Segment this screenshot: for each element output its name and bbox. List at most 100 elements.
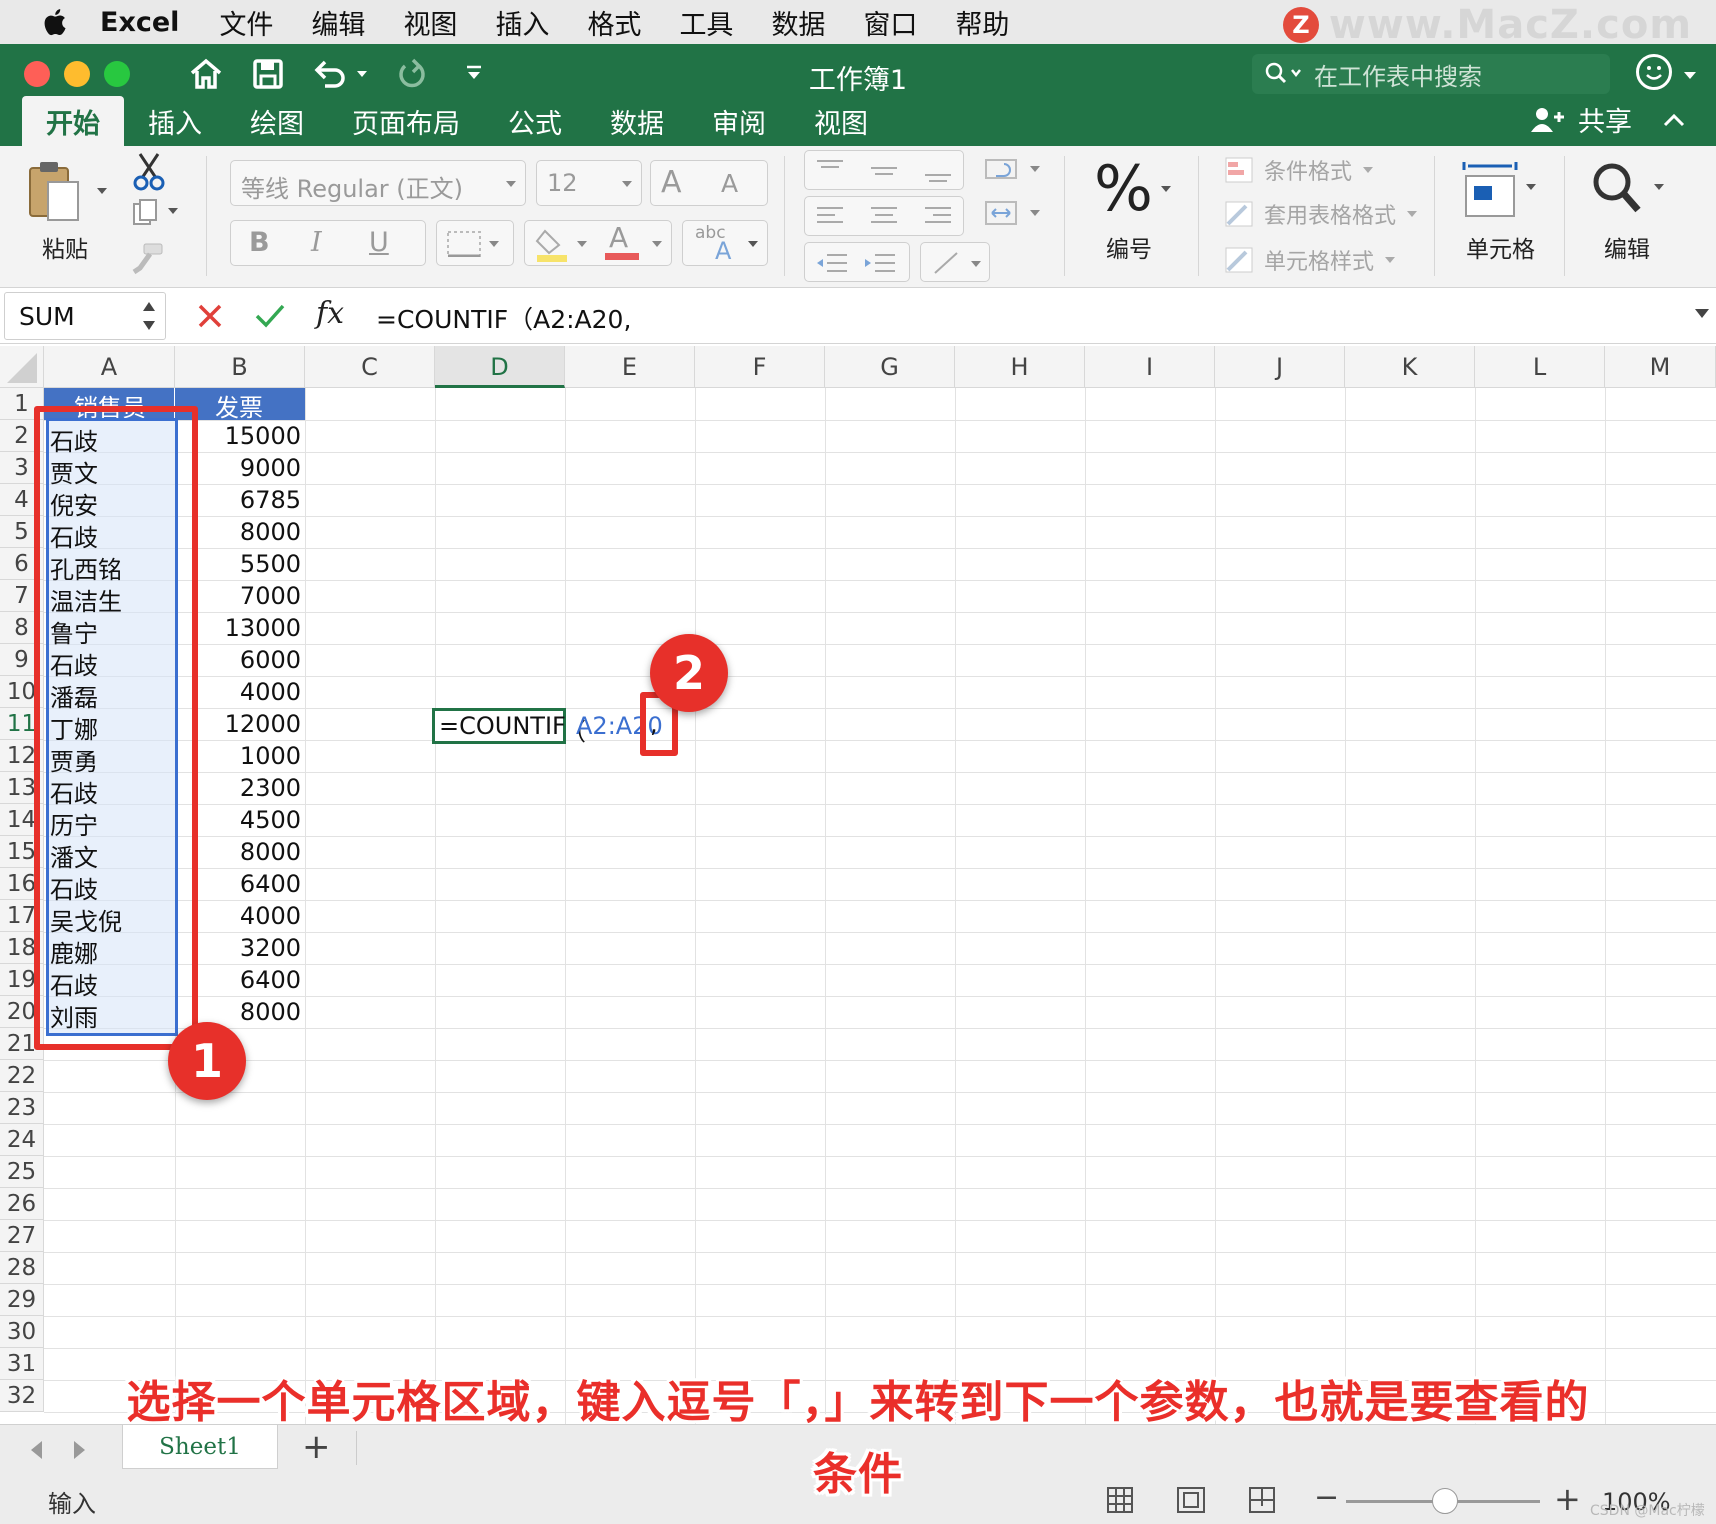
select-all-corner[interactable]: [0, 346, 44, 388]
formula-input[interactable]: =COUNTIF（A2:A20,: [376, 300, 631, 336]
menu-insert[interactable]: 插入: [495, 3, 549, 42]
font-size-dropdown[interactable]: 12: [536, 160, 642, 206]
format-as-table-button[interactable]: 套用表格格式: [1224, 198, 1418, 230]
row-header-24[interactable]: 24: [0, 1124, 44, 1156]
font-style-group: B I U: [230, 220, 426, 266]
feedback-smiley-icon[interactable]: [1636, 54, 1672, 90]
chevron-down-icon[interactable]: [651, 239, 663, 249]
insert-function-button[interactable]: fx: [316, 296, 344, 331]
wrap-text-icon[interactable]: [984, 154, 1042, 184]
row-header-30[interactable]: 30: [0, 1316, 44, 1348]
annotation-badge-1: 1: [168, 1022, 246, 1100]
format-as-table-label: 套用表格格式: [1264, 204, 1397, 229]
indent-icon: [817, 254, 895, 272]
column-header-i[interactable]: I: [1085, 346, 1215, 388]
font-name-dropdown[interactable]: 等线 Regular (正文): [230, 160, 526, 206]
collapse-ribbon-icon[interactable]: [1662, 112, 1686, 128]
menu-help[interactable]: 帮助: [955, 3, 1009, 42]
paste-button[interactable]: [28, 160, 80, 226]
search-box[interactable]: 在工作表中搜索: [1252, 54, 1610, 94]
italic-button[interactable]: I: [311, 227, 322, 258]
expand-formula-bar-icon[interactable]: [1694, 308, 1710, 320]
column-header-b[interactable]: B: [175, 346, 305, 388]
menu-file[interactable]: 文件: [219, 3, 273, 42]
tab-review[interactable]: 审阅: [688, 96, 790, 146]
row-header-28[interactable]: 28: [0, 1252, 44, 1284]
menu-data[interactable]: 数据: [771, 3, 825, 42]
borders-icon: [447, 231, 499, 257]
row-header-22[interactable]: 22: [0, 1060, 44, 1092]
row-header-25[interactable]: 25: [0, 1156, 44, 1188]
chevron-down-icon: [748, 241, 758, 247]
menu-window[interactable]: 窗口: [863, 3, 917, 42]
increase-font-size-button[interactable]: A: [661, 165, 682, 200]
active-edit-cell-d11[interactable]: =COUNTIF: [432, 708, 566, 744]
paste-options-chevron-icon[interactable]: [96, 186, 108, 196]
column-header-g[interactable]: G: [825, 346, 955, 388]
tab-data[interactable]: 数据: [586, 96, 688, 146]
font-color-button[interactable]: A: [609, 221, 628, 254]
column-header-k[interactable]: K: [1345, 346, 1475, 388]
column-header-e[interactable]: E: [565, 346, 695, 388]
decrease-font-size-button[interactable]: A: [721, 169, 738, 198]
name-box-stepper-icon[interactable]: [141, 299, 157, 333]
cells-icon[interactable]: [1460, 158, 1540, 218]
grid-row-line: [44, 452, 1716, 453]
bold-button[interactable]: B: [249, 227, 270, 258]
conditional-format-button[interactable]: 条件格式: [1224, 154, 1374, 186]
column-header-d[interactable]: D: [435, 346, 565, 388]
borders-button[interactable]: [436, 220, 514, 266]
cut-icon[interactable]: [132, 152, 166, 192]
copy-icon[interactable]: [132, 198, 180, 228]
share-button[interactable]: 共享: [1530, 100, 1686, 139]
fill-color-icon[interactable]: [535, 227, 591, 263]
font-name-value: 等线 Regular (正文): [241, 175, 464, 203]
menu-app-excel[interactable]: Excel: [100, 7, 179, 38]
find-search-icon[interactable]: [1590, 160, 1670, 216]
format-painter-icon[interactable]: [130, 242, 166, 276]
menu-edit[interactable]: 编辑: [311, 3, 365, 42]
column-header-f[interactable]: F: [695, 346, 825, 388]
row-header-23[interactable]: 23: [0, 1092, 44, 1124]
chevron-down-icon[interactable]: [1160, 184, 1172, 194]
row-header-26[interactable]: 26: [0, 1188, 44, 1220]
confirm-entry-icon[interactable]: [254, 302, 286, 330]
column-header-m[interactable]: M: [1605, 346, 1716, 388]
column-header-h[interactable]: H: [955, 346, 1085, 388]
tab-page-layout[interactable]: 页面布局: [328, 96, 484, 146]
column-header-a[interactable]: A: [44, 346, 175, 388]
grid-column-line: [1475, 388, 1476, 1424]
chevron-down-icon[interactable]: [1680, 56, 1700, 96]
cancel-entry-icon[interactable]: [196, 302, 224, 330]
tab-draw[interactable]: 绘图: [226, 96, 328, 146]
merge-cells-icon[interactable]: [984, 198, 1042, 228]
tab-view[interactable]: 视图: [790, 96, 892, 146]
menu-format[interactable]: 格式: [587, 3, 641, 42]
underline-button[interactable]: U: [369, 227, 389, 258]
row-header-29[interactable]: 29: [0, 1284, 44, 1316]
name-box[interactable]: SUM: [4, 292, 166, 340]
clipboard-icon: [29, 162, 79, 221]
number-format-button[interactable]: %: [1094, 152, 1153, 225]
tab-home[interactable]: 开始: [22, 96, 124, 146]
column-header-l[interactable]: L: [1475, 346, 1605, 388]
menu-tools[interactable]: 工具: [679, 3, 733, 42]
cell-styles-button[interactable]: 单元格样式: [1224, 244, 1396, 276]
horizontal-align-group[interactable]: [804, 196, 964, 236]
spreadsheet-grid[interactable]: ABCDEFGHIJKLM 1 2 3 4 5 6 7 8 9 10 11 12 13 14 15 16 17 1…: [0, 346, 1716, 1424]
vertical-align-group[interactable]: [804, 150, 964, 190]
apple-icon[interactable]: [40, 7, 68, 37]
column-header-c[interactable]: C: [305, 346, 435, 388]
tab-insert[interactable]: 插入: [124, 96, 226, 146]
indent-group[interactable]: [804, 242, 910, 282]
orientation-button[interactable]: [920, 242, 990, 282]
phonetic-letter: A: [715, 237, 732, 265]
column-header-j[interactable]: J: [1215, 346, 1345, 388]
phonetic-button[interactable]: abc A: [682, 220, 768, 266]
csdn-credit: CSDN @Mac柠檬: [1590, 1503, 1705, 1519]
tab-formulas[interactable]: 公式: [484, 96, 586, 146]
menu-view[interactable]: 视图: [403, 3, 457, 42]
row-header-27[interactable]: 27: [0, 1220, 44, 1252]
grid-row-line: [44, 1284, 1716, 1285]
grid-row-line: [44, 580, 1716, 581]
